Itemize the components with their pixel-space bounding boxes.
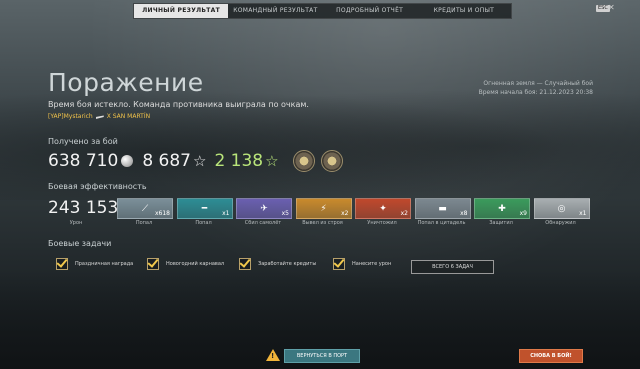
- battle-info: Огненная земля — Случайный бой Время нач…: [479, 79, 593, 97]
- credits-icon: [121, 155, 134, 167]
- income-row: 638 710 8 687 ☆ 2 138 ☆: [48, 150, 343, 172]
- ribbon-count: x2: [341, 210, 349, 217]
- credits-value: 638 710: [48, 151, 119, 171]
- checkmark-icon: [56, 258, 68, 270]
- ribbon-count: x8: [460, 210, 468, 217]
- ribbon-shield[interactable]: ✚ x9: [474, 198, 530, 219]
- lightning-icon: ⚡: [320, 203, 327, 214]
- ribbon-count: x618: [154, 210, 170, 217]
- free-xp-star-icon: ☆: [265, 152, 279, 170]
- ribbon-count: x2: [400, 210, 408, 217]
- xp-star-icon: ☆: [192, 152, 207, 170]
- ribbon-citadel[interactable]: ▬ x8: [414, 198, 471, 219]
- return-to-port-button[interactable]: ВЕРНУТЬСЯ В ПОРТ: [284, 349, 360, 363]
- tab-credits-xp[interactable]: КРЕДИТЫ И ОПЫТ: [417, 4, 511, 18]
- shield-icon: ✚: [498, 203, 506, 214]
- efficiency-heading: Боевая эффективность: [48, 182, 147, 191]
- ship-class-icon: [95, 115, 104, 119]
- achievement-emblem-icon[interactable]: [292, 150, 315, 172]
- all-tasks-button[interactable]: ВСЕГО 6 ЗАДАЧ: [411, 260, 494, 274]
- income-heading: Получено за бой: [48, 137, 118, 146]
- citadel-icon: ▬: [438, 203, 447, 214]
- free-xp-value: 2 138: [214, 151, 264, 171]
- close-icon[interactable]: ✕: [608, 3, 615, 12]
- task-label: Новогодний карнавал: [166, 261, 225, 267]
- checkmark-icon: [239, 258, 251, 270]
- damage-label: Урон: [69, 220, 83, 226]
- xp-value: 8 687: [142, 151, 191, 171]
- achievement-emblem-icon[interactable]: [320, 150, 343, 172]
- task-item[interactable]: Праздничная награда: [56, 258, 133, 270]
- task-item[interactable]: Нанесите урон: [333, 258, 391, 270]
- ribbon-label: Обнаружил: [545, 220, 576, 226]
- plane-icon: ✈: [260, 203, 268, 214]
- shell-icon: ⟋: [141, 203, 149, 214]
- task-item[interactable]: Заработайте кредиты: [239, 258, 316, 270]
- ribbon-count: x1: [222, 210, 230, 217]
- ribbon-label: Попал: [195, 220, 212, 226]
- battle-again-button[interactable]: СНОВА В БОЙ!: [519, 349, 583, 363]
- tab-bar: ЛИЧНЫЙ РЕЗУЛЬТАТ КОМАНДНЫЙ РЕЗУЛЬТАТ ПОД…: [133, 3, 512, 19]
- player-name: [YAP]Mystarich: [48, 113, 93, 120]
- task-label: Праздничная награда: [75, 261, 134, 267]
- ribbon-label: Защитил: [489, 220, 513, 226]
- damage-value: 243 153: [48, 198, 119, 218]
- checkmark-icon: [147, 258, 159, 270]
- tab-detailed-report[interactable]: ПОДРОБНЫЙ ОТЧЁТ: [323, 4, 417, 18]
- spot-icon: ◎: [557, 203, 566, 214]
- ribbon-label: Вывел из строя: [302, 220, 343, 226]
- task-label: Заработайте кредиты: [258, 261, 317, 267]
- ribbon-torpedo[interactable]: ━ x1: [176, 198, 233, 219]
- tab-team-result[interactable]: КОМАНДНЫЙ РЕЗУЛЬТАТ: [228, 4, 322, 18]
- ribbon-lightning[interactable]: ⚡ x2: [295, 198, 352, 219]
- ribbon-spot[interactable]: ◎ x1: [533, 198, 590, 219]
- ribbon-label: Попал: [135, 220, 153, 226]
- checkmark-icon: [333, 258, 345, 270]
- ribbon-count: x9: [519, 210, 527, 217]
- torpedo-icon: ━: [201, 203, 208, 214]
- ribbon-count: x5: [281, 210, 289, 217]
- tasks-heading: Боевые задачи: [48, 239, 112, 248]
- map-name: Огненная земля — Случайный бой: [483, 80, 593, 87]
- ribbon-plane[interactable]: ✈ x5: [236, 198, 292, 219]
- ribbon-label: Уничтожил: [367, 220, 397, 226]
- ribbon-shell[interactable]: ⟋ x618: [117, 198, 173, 219]
- ribbon-count: x1: [579, 210, 587, 217]
- warning-icon[interactable]: [266, 349, 280, 361]
- ship-destroy-icon: ✦: [379, 203, 387, 214]
- tab-personal-result[interactable]: ЛИЧНЫЙ РЕЗУЛЬТАТ: [134, 4, 229, 18]
- result-subtitle: Время боя истекло. Команда противника вы…: [48, 100, 309, 109]
- ribbon-ship-destroy[interactable]: ✦ x2: [355, 198, 411, 219]
- result-title: Поражение: [48, 68, 204, 97]
- player-line: [YAP]Mystarich X SAN MARTÍN: [48, 113, 150, 120]
- task-label: Нанесите урон: [352, 261, 392, 267]
- task-item[interactable]: Новогодний карнавал: [147, 258, 224, 270]
- ribbon-label: Попал в цитадель: [417, 220, 466, 226]
- battle-start-time: Время начала боя: 21.12.2023 20:38: [478, 89, 593, 96]
- ribbon-label: Сбил самолёт: [244, 220, 282, 226]
- ship-name: X SAN MARTÍN: [106, 113, 151, 120]
